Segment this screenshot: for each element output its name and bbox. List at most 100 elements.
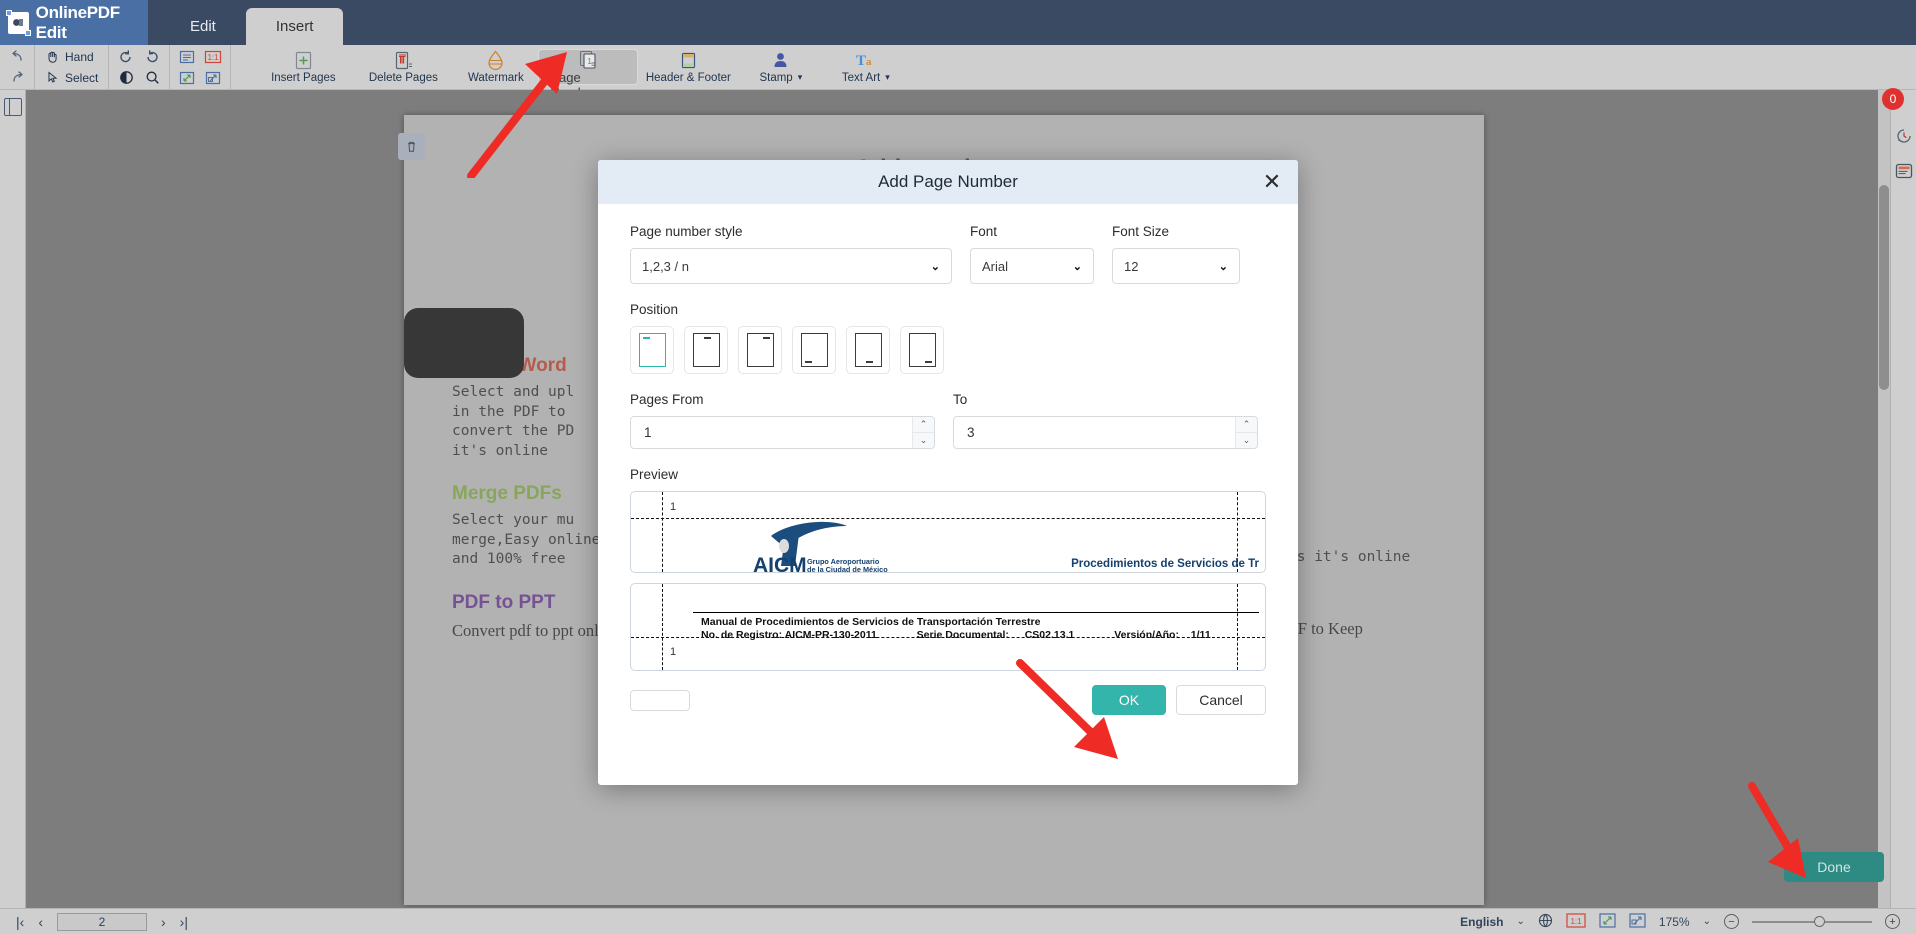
zoom-slider[interactable]: [1752, 921, 1872, 923]
position-label: Position: [630, 302, 1266, 317]
notification-badge: 0: [1882, 88, 1904, 110]
delete-page-chip[interactable]: [398, 133, 425, 160]
contrast-icon[interactable]: [115, 68, 137, 87]
position-option-top-left[interactable]: [630, 326, 674, 374]
scrollbar-thumb[interactable]: [1879, 185, 1889, 390]
page-number-style-select[interactable]: 1,2,3 / n ⌄: [630, 248, 952, 284]
brand-name: OnlinePDF Edit: [36, 3, 148, 43]
chevron-down-icon[interactable]: ▾: [885, 72, 890, 83]
font-size-select[interactable]: 12 ⌄: [1112, 248, 1240, 284]
pages-to-label: To: [953, 392, 1258, 407]
preview-footer-rule: [693, 612, 1259, 613]
insert-pages-button[interactable]: Insert Pages: [253, 45, 353, 90]
position-option-top-right[interactable]: [738, 326, 782, 374]
page-number-input[interactable]: 2: [57, 913, 147, 931]
fit-width-icon[interactable]: [1629, 913, 1646, 931]
font-select[interactable]: Arial ⌄: [970, 248, 1094, 284]
fit-screen-icon[interactable]: [202, 68, 224, 87]
fit-width-icon[interactable]: [176, 47, 198, 66]
insert-pages-icon: [294, 51, 313, 71]
select-tool[interactable]: Select: [41, 68, 102, 87]
preview-bottom-page: Manual de Procedimientos de Servicios de…: [630, 583, 1266, 671]
language-label[interactable]: English: [1460, 915, 1503, 929]
magnifier-icon[interactable]: [141, 68, 163, 87]
page-number-button[interactable]: 1 Page Number: [538, 49, 638, 85]
zoom-slider-handle[interactable]: [1814, 916, 1825, 927]
next-page-icon[interactable]: ›: [161, 914, 166, 930]
fit-page-icon[interactable]: [1599, 913, 1616, 931]
brand-logo-area: OnlinePDF Edit: [0, 0, 148, 45]
spinner-up-icon[interactable]: ⌃: [913, 417, 934, 433]
preview-top-page: 1 AICM Grupo Aeroportuario de la Ciudad …: [630, 491, 1266, 573]
position-option-bottom-center[interactable]: [846, 326, 890, 374]
status-bar: |‹ ‹ 2 › ›| English ⌄ 1:1 175% ⌄ −: [0, 908, 1916, 934]
done-button[interactable]: Done: [1784, 852, 1884, 882]
font-label: Font: [970, 224, 1094, 239]
toolbar: Hand Select: [0, 45, 1916, 90]
chevron-down-icon[interactable]: ⌄: [1703, 916, 1711, 927]
stamp-button[interactable]: Stamp ▾: [738, 45, 823, 90]
ok-button[interactable]: OK: [1092, 685, 1166, 715]
header-footer-button[interactable]: Header & Footer: [638, 45, 738, 90]
footer-ghost-button[interactable]: [630, 690, 690, 711]
zoom-level-label[interactable]: 175%: [1659, 915, 1690, 929]
toolbar-group-insert: Insert Pages Delete Pages Watermark 1 Pa…: [231, 45, 914, 89]
pages-to-input[interactable]: [954, 417, 1235, 448]
watermark-button[interactable]: Watermark: [453, 45, 538, 90]
position-option-top-center[interactable]: [684, 326, 728, 374]
tab-insert[interactable]: Insert: [246, 8, 344, 45]
toolbar-group-history: [0, 45, 35, 89]
right-sidebar: [1890, 90, 1916, 908]
delete-pages-label: Delete Pages: [369, 72, 438, 84]
prev-page-icon[interactable]: ‹: [38, 914, 43, 930]
rotate-right-icon[interactable]: [141, 47, 163, 66]
last-page-icon[interactable]: ›|: [180, 914, 188, 930]
close-icon[interactable]: ✕: [1260, 171, 1284, 193]
spinner-down-icon[interactable]: ⌄: [913, 433, 934, 448]
preview-guide-left: [662, 492, 663, 572]
chevron-down-icon[interactable]: ⌄: [1517, 916, 1525, 927]
cursor-icon: [45, 70, 60, 85]
cancel-button[interactable]: Cancel: [1176, 685, 1266, 715]
undo-icon[interactable]: [6, 47, 28, 66]
svg-text:de la Ciudad de México: de la Ciudad de México: [807, 565, 888, 572]
actual-size-icon[interactable]: 1:1: [202, 47, 224, 66]
delete-pages-button[interactable]: Delete Pages: [353, 45, 453, 90]
status-right-group: English ⌄ 1:1 175% ⌄ − +: [1460, 913, 1916, 931]
thumbnail-panel-icon[interactable]: [4, 98, 22, 116]
pages-to-stepper[interactable]: ⌃ ⌄: [953, 416, 1258, 449]
pages-from-spinner[interactable]: ⌃ ⌄: [912, 417, 934, 448]
position-option-bottom-left[interactable]: [792, 326, 836, 374]
svg-text:1:1: 1:1: [1570, 917, 1582, 926]
first-page-icon[interactable]: |‹: [16, 914, 24, 930]
tab-edit[interactable]: Edit: [160, 8, 246, 45]
page-navigation: |‹ ‹ 2 › ›|: [0, 913, 188, 931]
chevron-down-icon: ⌄: [1073, 260, 1082, 273]
text-art-button[interactable]: Ta Text Art ▾: [823, 45, 908, 90]
redo-icon[interactable]: [6, 68, 28, 87]
chevron-down-icon[interactable]: ▾: [798, 72, 803, 83]
insert-pages-label: Insert Pages: [271, 72, 336, 84]
font-value: Arial: [982, 259, 1008, 274]
spinner-down-icon[interactable]: ⌄: [1236, 433, 1257, 448]
position-option-bottom-right[interactable]: [900, 326, 944, 374]
pages-from-stepper[interactable]: ⌃ ⌄: [630, 416, 935, 449]
spinner-up-icon[interactable]: ⌃: [1236, 417, 1257, 433]
text-art-label: Text Art: [842, 72, 880, 84]
zoom-out-button[interactable]: −: [1724, 914, 1739, 929]
rotate-left-icon[interactable]: [115, 47, 137, 66]
hand-tool[interactable]: Hand: [41, 47, 102, 66]
pages-from-input[interactable]: [631, 417, 912, 448]
page-number-style-label: Page number style: [630, 224, 952, 239]
vertical-scrollbar[interactable]: [1878, 90, 1890, 908]
history-clock-icon[interactable]: [1894, 126, 1914, 151]
notes-panel-icon[interactable]: [1894, 161, 1914, 186]
actual-size-icon[interactable]: 1:1: [1566, 913, 1586, 931]
font-size-value: 12: [1124, 259, 1138, 274]
svg-text:1:1: 1:1: [208, 53, 220, 62]
pages-to-spinner[interactable]: ⌃ ⌄: [1235, 417, 1257, 448]
zoom-in-button[interactable]: +: [1885, 914, 1900, 929]
fit-page-icon[interactable]: [176, 68, 198, 87]
globe-icon[interactable]: [1538, 913, 1553, 931]
select-tool-label: Select: [65, 71, 98, 85]
